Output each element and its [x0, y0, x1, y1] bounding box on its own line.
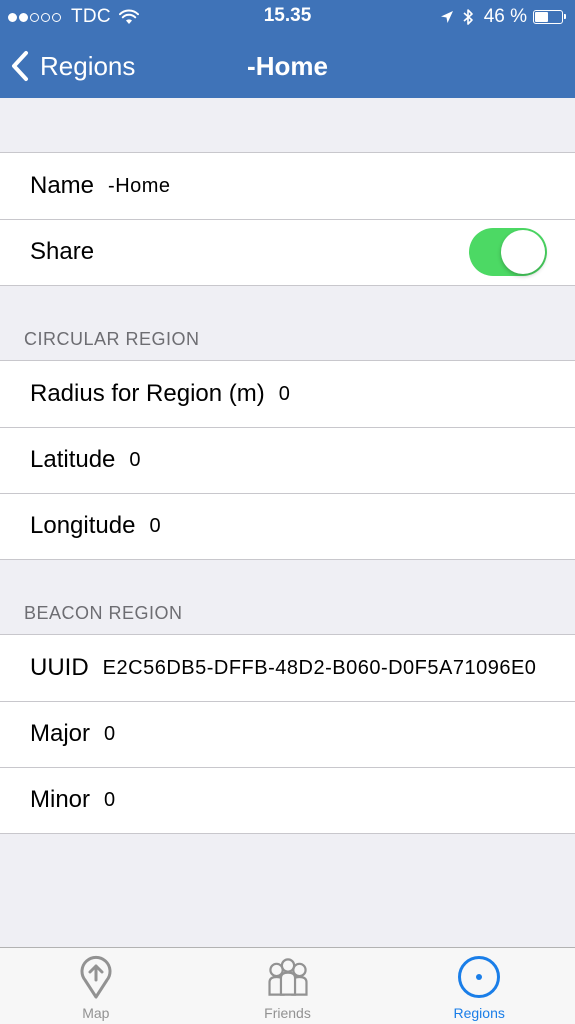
share-toggle[interactable] — [469, 228, 547, 276]
tab-map-label: Map — [82, 1005, 110, 1021]
radius-row[interactable]: Radius for Region (m) 0 — [0, 361, 575, 427]
top-spacer — [0, 98, 575, 152]
battery-fill — [535, 12, 548, 22]
tab-regions[interactable]: Regions — [383, 948, 575, 1024]
header: TDC 15.35 46 % -Home Regions — [0, 0, 575, 98]
major-value: 0 — [104, 722, 116, 745]
battery-percentage: 46 % — [483, 6, 527, 27]
radius-value: 0 — [278, 382, 291, 405]
name-row[interactable]: Name -Home — [0, 153, 575, 219]
circular-region-group: Radius for Region (m) 0 Latitude 0 Longi… — [0, 360, 575, 560]
chevron-left-icon — [12, 51, 28, 81]
latitude-label: Latitude — [30, 446, 116, 473]
longitude-label: Longitude — [30, 512, 136, 539]
map-pin-icon — [80, 955, 112, 999]
tab-bar: Map Friends Regions — [0, 947, 575, 1024]
navigation-bar: -Home Regions — [0, 34, 575, 98]
region-target-icon — [458, 956, 501, 998]
beacon-region-header: BEACON REGION — [24, 603, 183, 623]
toggle-knob — [501, 230, 545, 274]
circular-region-header: CIRCULAR REGION — [24, 329, 200, 349]
share-row: Share — [0, 219, 575, 285]
minor-row[interactable]: Minor 0 — [0, 767, 575, 833]
general-group: Name -Home Share — [0, 152, 575, 286]
back-button-label: Regions — [40, 50, 136, 81]
longitude-value: 0 — [149, 514, 162, 537]
latitude-value: 0 — [129, 448, 142, 471]
tab-friends[interactable]: Friends — [192, 948, 384, 1024]
friends-icon — [267, 958, 308, 996]
tab-friends-label: Friends — [264, 1005, 311, 1021]
location-arrow-icon — [440, 11, 453, 23]
major-label: Major — [30, 720, 91, 747]
name-value: -Home — [108, 174, 171, 197]
settings-table: Name -Home Share CIRCULAR REGION Radius … — [0, 98, 575, 834]
latitude-row[interactable]: Latitude 0 — [0, 427, 575, 493]
longitude-row[interactable]: Longitude 0 — [0, 493, 575, 559]
status-right: 46 % — [440, 6, 566, 28]
uuid-label: UUID — [30, 654, 89, 681]
bluetooth-icon — [463, 9, 473, 25]
tab-map[interactable]: Map — [0, 948, 192, 1024]
status-bar: TDC 15.35 46 % — [0, 0, 575, 34]
tab-regions-label: Regions — [453, 1005, 505, 1021]
share-label: Share — [30, 238, 95, 265]
minor-label: Minor — [30, 786, 91, 813]
back-button[interactable]: Regions — [10, 34, 135, 98]
beacon-region-group: UUID E2C56DB5-DFFB-48D2-B060-D0F5A71096E… — [0, 634, 575, 834]
name-label: Name — [30, 172, 95, 199]
radius-label: Radius for Region (m) — [30, 380, 265, 407]
battery-icon — [533, 10, 566, 24]
uuid-value: E2C56DB5-DFFB-48D2-B060-D0F5A71096E0 — [102, 656, 537, 679]
uuid-row[interactable]: UUID E2C56DB5-DFFB-48D2-B060-D0F5A71096E… — [0, 635, 575, 701]
major-row[interactable]: Major 0 — [0, 701, 575, 767]
minor-value: 0 — [104, 788, 116, 811]
